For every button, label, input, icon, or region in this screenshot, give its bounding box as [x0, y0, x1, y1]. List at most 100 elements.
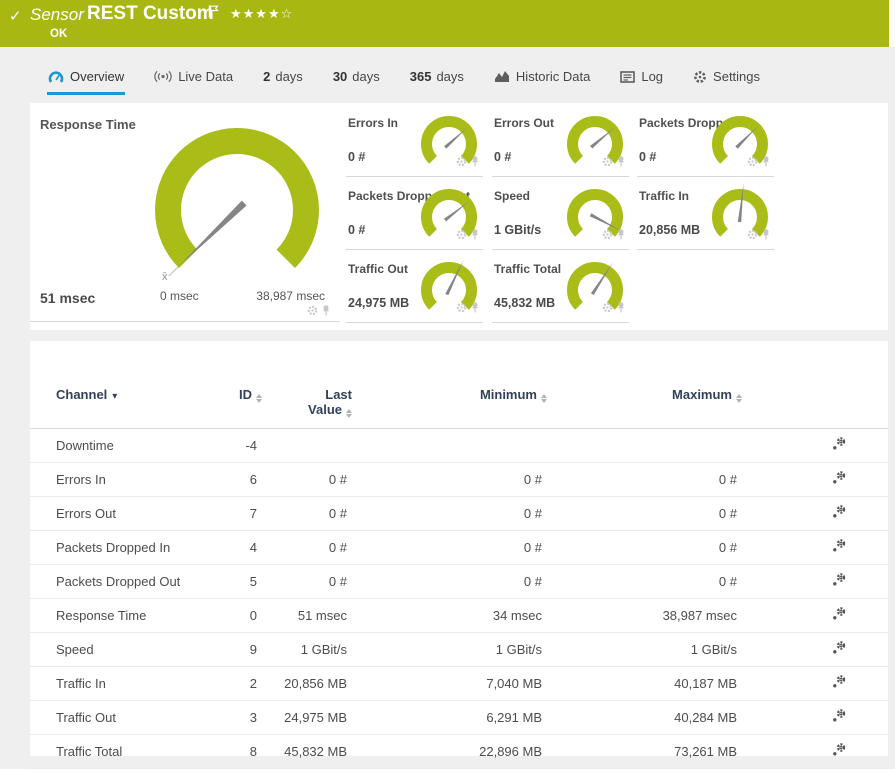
channel-name: Downtime: [30, 438, 230, 453]
gauge-pin-icon[interactable]: [617, 227, 625, 245]
channel-id: 2: [230, 676, 262, 691]
channel-name: Traffic Total: [30, 744, 230, 759]
gauge-dial: [559, 183, 631, 256]
gauge-cell-traffic-total: Traffic Total45,832 MB: [492, 256, 629, 323]
gauge-pin-icon[interactable]: [617, 154, 625, 172]
sort-caret-icon: ▾: [112, 391, 117, 402]
channel-settings-icon[interactable]: [830, 674, 847, 690]
table-row: Response Time051 msec34 msec38,987 msec: [30, 599, 888, 633]
gauge-pin-icon[interactable]: [471, 227, 479, 245]
channel-id: 0: [230, 608, 262, 623]
channel-maximum: 1 GBit/s: [547, 642, 742, 657]
sort-icon: [346, 409, 352, 418]
sensor-header-bar: ✓ Sensor REST Custom ★★★★☆ OK: [0, 0, 889, 47]
channel-id: 4: [230, 540, 262, 555]
gauge-settings-icon[interactable]: [747, 154, 758, 172]
gauge-pin-icon[interactable]: [322, 303, 330, 321]
priority-stars[interactable]: ★★★★☆: [230, 6, 293, 22]
gauge-min-label: 0 msec: [160, 289, 199, 303]
gauge-pin-icon[interactable]: [471, 300, 479, 318]
live-icon: [154, 70, 172, 83]
table-row: Speed91 GBit/s1 GBit/s1 GBit/s: [30, 633, 888, 667]
gauge-label: Speed: [494, 189, 530, 203]
channel-id: 5: [230, 574, 262, 589]
tab-settings[interactable]: Settings: [692, 58, 761, 95]
gauge-cell-traffic-in: Traffic In 20,856 MB: [637, 183, 774, 250]
sensor-status-badge: OK: [50, 28, 67, 40]
gauge-cell-errors-out: Errors Out0 #: [492, 110, 629, 177]
gauge-pin-icon[interactable]: [471, 154, 479, 172]
channel-settings-icon[interactable]: [830, 708, 847, 724]
channel-last-value: 0 #: [262, 506, 352, 521]
tab-30-days[interactable]: 30days: [332, 58, 381, 95]
column-header-channel[interactable]: Channel▾: [30, 387, 230, 402]
channel-maximum: 40,284 MB: [547, 710, 742, 725]
primary-gauge-value: 51 msec: [40, 290, 95, 306]
gauge-value: 20,856 MB: [639, 223, 700, 237]
gauge-settings-icon[interactable]: [307, 303, 318, 321]
channel-settings-icon[interactable]: [830, 504, 847, 520]
gauge-value: 0 #: [639, 150, 656, 164]
gauge-settings-icon[interactable]: [747, 227, 758, 245]
channel-settings-icon[interactable]: [830, 470, 847, 486]
channel-last-value: 1 GBit/s: [262, 642, 352, 657]
channel-last-value: 0 #: [262, 472, 352, 487]
column-header-id[interactable]: ID: [230, 387, 262, 403]
gauge-settings-icon[interactable]: [602, 154, 613, 172]
channel-name: Packets Dropped Out: [30, 574, 230, 589]
gauge-settings-icon[interactable]: [456, 227, 467, 245]
channel-settings-icon[interactable]: [830, 606, 847, 622]
gauge-value: 0 #: [348, 150, 365, 164]
gauge-average-marker: x̄: [162, 271, 168, 283]
gauge-label: Traffic In: [639, 189, 689, 203]
channel-last-value: 45,832 MB: [262, 744, 352, 759]
gauge-settings-icon[interactable]: [456, 154, 467, 172]
tab-2-days[interactable]: 2days: [262, 58, 304, 95]
channel-maximum: 40,187 MB: [547, 676, 742, 691]
gauge-pin-icon[interactable]: [762, 154, 770, 172]
channel-settings-icon[interactable]: [830, 742, 847, 758]
column-header-minimum[interactable]: Minimum: [352, 387, 547, 403]
channel-name: Packets Dropped In: [30, 540, 230, 555]
tab-label: Historic Data: [516, 69, 590, 84]
column-header-last-value[interactable]: LastValue: [262, 387, 352, 418]
table-row: Traffic In220,856 MB7,040 MB40,187 MB: [30, 667, 888, 701]
historic-icon: [494, 70, 510, 83]
tab-365-days[interactable]: 365days: [409, 58, 465, 95]
gauge-settings-icon[interactable]: [602, 300, 613, 318]
channel-settings-icon[interactable]: [830, 640, 847, 656]
table-row: Packets Dropped In40 #0 #0 #: [30, 531, 888, 565]
tab-live-data[interactable]: Live Data: [153, 58, 234, 95]
primary-gauge-cell: Response Time x̄ 51 msec 0 msec 38,987 m…: [30, 103, 340, 322]
gauge-settings-icon[interactable]: [602, 227, 613, 245]
tab-log[interactable]: Log: [619, 58, 664, 95]
channel-minimum: 6,291 MB: [352, 710, 547, 725]
gauge-pin-icon[interactable]: [762, 227, 770, 245]
channel-name: Traffic In: [30, 676, 230, 691]
tab-overview[interactable]: Overview: [47, 58, 125, 95]
tab-historic-data[interactable]: Historic Data: [493, 58, 591, 95]
column-header-maximum[interactable]: Maximum: [547, 387, 742, 403]
channel-maximum: 73,261 MB: [547, 744, 742, 759]
channel-last-value: 0 #: [262, 540, 352, 555]
gauge-dial: [413, 256, 485, 329]
table-row: Packets Dropped Out50 #0 #0 #: [30, 565, 888, 599]
log-icon: [620, 71, 635, 83]
gauge-value: 0 #: [348, 223, 365, 237]
channel-settings-icon[interactable]: [830, 538, 847, 554]
sensor-title: REST Custom: [87, 3, 214, 25]
channel-minimum: 0 #: [352, 472, 547, 487]
gauge-settings-icon[interactable]: [456, 300, 467, 318]
channel-id: 9: [230, 642, 262, 657]
channel-settings-icon[interactable]: [830, 572, 847, 588]
channel-minimum: 7,040 MB: [352, 676, 547, 691]
channels-panel: Channel▾ ID LastValue Minimum Maximum Do…: [30, 341, 888, 756]
gauge-dial: [413, 183, 485, 256]
channel-settings-icon[interactable]: [830, 436, 847, 452]
channel-name: Speed: [30, 642, 230, 657]
channel-minimum: 22,896 MB: [352, 744, 547, 759]
flag-icon[interactable]: [208, 5, 219, 23]
gauge-value: 24,975 MB: [348, 296, 409, 310]
gauge-pin-icon[interactable]: [617, 300, 625, 318]
gauge-cell-errors-in: Errors In0 #: [346, 110, 483, 177]
